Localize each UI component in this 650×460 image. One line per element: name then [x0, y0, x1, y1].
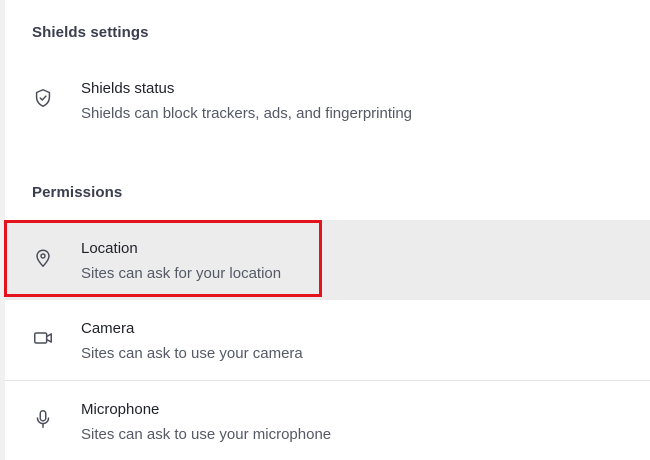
shields-status-label: Shields status — [81, 80, 175, 97]
location-label: Location — [81, 240, 138, 257]
camera-label: Camera — [81, 320, 135, 337]
settings-card: Shields settings Shields status Shields … — [5, 0, 650, 460]
permissions-heading: Permissions — [32, 184, 123, 201]
location-description: Sites can ask for your location — [81, 265, 282, 282]
microphone-icon — [32, 408, 54, 430]
camera-description: Sites can ask to use your camera — [81, 345, 303, 362]
microphone-description: Sites can ask to use your microphone — [81, 426, 332, 443]
camera-icon — [32, 327, 54, 349]
microphone-permission-row[interactable]: Microphone Sites can ask to use your mic… — [5, 381, 650, 460]
location-permission-row[interactable]: Location Sites can ask for your location — [5, 220, 650, 300]
shields-settings-heading: Shields settings — [32, 24, 149, 41]
settings-page: Shields settings Shields status Shields … — [0, 0, 650, 460]
location-pin-icon — [32, 247, 54, 269]
shields-status-description: Shields can block trackers, ads, and fin… — [81, 105, 413, 122]
camera-permission-row[interactable]: Camera Sites can ask to use your camera — [5, 300, 650, 380]
shield-check-icon — [32, 87, 54, 109]
microphone-label: Microphone — [81, 401, 160, 418]
shields-status-row[interactable]: Shields status Shields can block tracker… — [5, 60, 650, 140]
